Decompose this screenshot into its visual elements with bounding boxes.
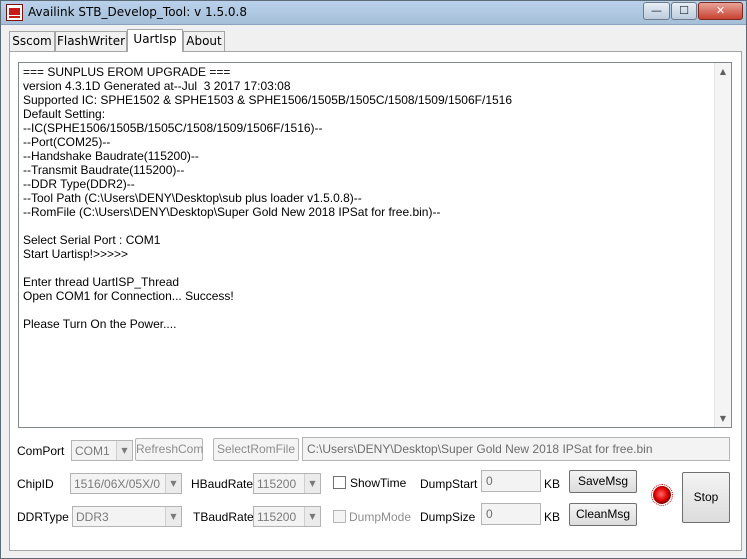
- log-line: Please Turn On the Power....: [23, 317, 177, 331]
- rom-file-path-value: C:\Users\DENY\Desktop\Super Gold New 201…: [307, 442, 653, 456]
- chipid-value: 1516/06X/05X/0: [74, 477, 161, 491]
- showtime-checkbox[interactable]: [333, 476, 346, 489]
- refresh-com-button[interactable]: RefreshCom: [135, 438, 203, 461]
- close-button[interactable]: ✕: [698, 2, 743, 20]
- log-scrollbar[interactable]: ▲ ▼: [714, 63, 731, 427]
- dumpstart-field[interactable]: 0: [481, 470, 541, 492]
- tab-sscom[interactable]: Sscom: [9, 31, 55, 51]
- log-line: --Transmit Baudrate(115200)--: [23, 163, 185, 177]
- dumpstart-unit: KB: [544, 477, 561, 491]
- chevron-down-icon: ▼: [116, 441, 132, 460]
- chipid-label: ChipID: [17, 477, 54, 491]
- showtime-label: ShowTime: [350, 476, 407, 490]
- ddrtype-label: DDRType: [17, 510, 69, 524]
- chevron-down-icon: ▼: [304, 474, 320, 493]
- dumpsize-value: 0: [486, 507, 493, 521]
- status-led-icon: [653, 486, 671, 504]
- minimize-button[interactable]: —: [643, 2, 670, 20]
- hbaudrate-label: HBaudRate: [191, 477, 254, 491]
- dumpsize-unit: KB: [544, 510, 561, 524]
- chevron-down-icon: ▼: [165, 474, 181, 493]
- ddrtype-select[interactable]: DDR3 ▼: [72, 506, 182, 527]
- chevron-down-icon: ▼: [165, 507, 181, 526]
- maximize-button[interactable]: ☐: [671, 2, 697, 20]
- comport-value: COM1: [75, 444, 110, 458]
- tab-about[interactable]: About: [183, 31, 225, 51]
- tbaudrate-select[interactable]: 115200 ▼: [253, 506, 321, 527]
- log-line: Default Setting:: [23, 107, 106, 121]
- tbaudrate-value: 115200: [257, 510, 297, 524]
- log-line: --IC(SPHE1506/1505B/1505C/1508/1509/1506…: [23, 121, 323, 135]
- log-line: --RomFile (C:\Users\DENY\Desktop\Super G…: [23, 205, 441, 219]
- comport-label: ComPort: [17, 444, 65, 458]
- select-rom-file-button[interactable]: SelectRomFile: [213, 438, 299, 461]
- clean-msg-button[interactable]: CleanMsg: [569, 503, 637, 526]
- rom-file-path-field[interactable]: C:\Users\DENY\Desktop\Super Gold New 201…: [302, 437, 730, 461]
- comport-select[interactable]: COM1 ▼: [71, 440, 133, 461]
- log-line: Select Serial Port : COM1: [23, 233, 161, 247]
- hbaudrate-select[interactable]: 115200 ▼: [253, 473, 321, 494]
- log-line: Enter thread UartISP_Thread: [23, 275, 180, 289]
- log-line: Start Uartisp!>>>>>: [23, 247, 129, 261]
- hbaudrate-value: 115200: [257, 477, 297, 491]
- dumpsize-label: DumpSize: [420, 510, 476, 524]
- log-line: Supported IC: SPHE1502 & SPHE1503 & SPHE…: [23, 93, 513, 107]
- log-line: version 4.3.1D Generated at--Jul 3 2017 …: [23, 79, 291, 93]
- log-line: --Handshake Baudrate(115200)--: [23, 149, 199, 163]
- dumpsize-field[interactable]: 0: [481, 503, 541, 525]
- log-line: --Tool Path (C:\Users\DENY\Desktop\sub p…: [23, 191, 362, 205]
- log-line: --Port(COM25)--: [23, 135, 111, 149]
- log-line: --DDR Type(DDR2)--: [23, 177, 135, 191]
- chevron-down-icon: ▼: [304, 507, 320, 526]
- log-line: Open COM1 for Connection... Success!: [23, 289, 234, 303]
- title-bar[interactable]: Availink STB_Develop_Tool: v 1.5.0.8 — ☐…: [1, 1, 746, 25]
- scroll-down-arrow-icon[interactable]: ▼: [715, 410, 731, 427]
- dumpmode-label: DumpMode: [349, 510, 412, 524]
- scroll-up-arrow-icon[interactable]: ▲: [715, 63, 731, 80]
- tab-uartisp[interactable]: UartIsp: [127, 29, 183, 52]
- log-output[interactable]: === SUNPLUS EROM UPGRADE === version 4.3.…: [18, 62, 732, 428]
- log-lines: === SUNPLUS EROM UPGRADE === version 4.3.…: [23, 65, 713, 331]
- dumpstart-label: DumpStart: [420, 477, 478, 491]
- tbaudrate-label: TBaudRate: [193, 510, 254, 524]
- save-msg-button[interactable]: SaveMsg: [569, 470, 637, 493]
- stop-button[interactable]: Stop: [682, 472, 730, 523]
- tab-flashwriter[interactable]: FlashWriter: [55, 31, 127, 51]
- dumpmode-checkbox[interactable]: [333, 510, 346, 523]
- main-window: Availink STB_Develop_Tool: v 1.5.0.8 — ☐…: [0, 0, 747, 559]
- log-line: === SUNPLUS EROM UPGRADE ===: [23, 65, 231, 79]
- dumpstart-value: 0: [486, 474, 493, 488]
- window-title: Availink STB_Develop_Tool: v 1.5.0.8: [28, 5, 247, 19]
- chipid-select[interactable]: 1516/06X/05X/0 ▼: [70, 473, 182, 494]
- availink-logo-icon[interactable]: [6, 4, 23, 21]
- ddrtype-value: DDR3: [76, 510, 109, 524]
